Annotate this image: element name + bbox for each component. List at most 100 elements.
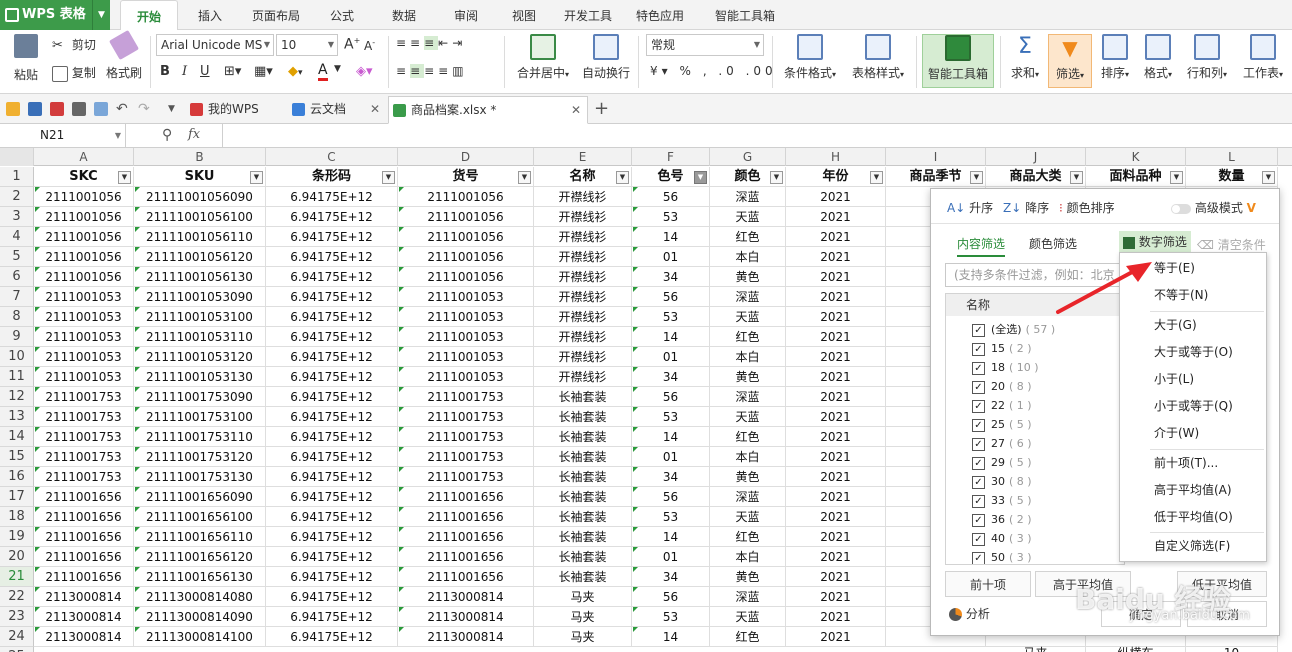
table-cell[interactable]: 6.94175E+12	[266, 327, 398, 347]
table-cell[interactable]: 2111001753	[398, 387, 534, 407]
table-cell[interactable]: 6.94175E+12	[266, 507, 398, 527]
table-cell[interactable]: 6.94175E+12	[266, 227, 398, 247]
table-cell[interactable]: 2113000814	[34, 587, 134, 607]
table-cell[interactable]: 6.94175E+12	[266, 267, 398, 287]
table-cell[interactable]: 2021	[786, 547, 886, 567]
checkbox-checked-icon[interactable]: ✓	[972, 323, 985, 337]
table-cell[interactable]: 长袖套装	[534, 507, 632, 527]
table-cell[interactable]: 开襟线衫	[534, 227, 632, 247]
table-cell[interactable]: 2111001053	[34, 347, 134, 367]
font-color-button[interactable]: A	[318, 62, 328, 81]
table-cell[interactable]: 2021	[786, 447, 886, 467]
column-header-E[interactable]: E	[534, 148, 632, 166]
table-cell[interactable]: 2021	[786, 287, 886, 307]
table-cell[interactable]: 53	[632, 407, 710, 427]
table-cell[interactable]: 21111001053110	[134, 327, 266, 347]
checkbox-checked-icon[interactable]: ✓	[972, 475, 985, 489]
row-header[interactable]: 20	[0, 547, 34, 567]
copy-button[interactable]: 复制	[52, 64, 96, 82]
row-col-button[interactable]: 行和列▾	[1182, 34, 1232, 81]
name-box[interactable]: N21 ▼	[0, 124, 126, 147]
table-cell[interactable]: 2021	[786, 387, 886, 407]
format-button[interactable]: 格式▾	[1138, 34, 1178, 81]
table-cell[interactable]: 21111001053120	[134, 347, 266, 367]
table-cell[interactable]: 2021	[786, 327, 886, 347]
number-filter-menu-item[interactable]: 介于(W)	[1154, 422, 1199, 444]
table-cell[interactable]: 34	[632, 467, 710, 487]
new-tab-plus-icon[interactable]: +	[594, 98, 609, 119]
table-cell[interactable]: 2111001656	[34, 547, 134, 567]
table-cell[interactable]: 2111001753	[398, 467, 534, 487]
table-cell[interactable]: 6.94175E+12	[266, 407, 398, 427]
checkbox-checked-icon[interactable]: ✓	[972, 399, 985, 413]
filter-dropdown-icon[interactable]: ▼	[118, 171, 131, 184]
table-cell[interactable]: 2111001656	[398, 507, 534, 527]
table-cell[interactable]: 2111001056	[398, 207, 534, 227]
table-cell[interactable]: 21111001056090	[134, 187, 266, 207]
table-cell[interactable]: 6.94175E+12	[266, 627, 398, 647]
table-cell[interactable]: 2021	[786, 487, 886, 507]
table-cell[interactable]: 2111001656	[398, 567, 534, 587]
increase-font-button[interactable]: A+	[344, 36, 360, 53]
filter-dropdown-icon[interactable]: ▼	[382, 171, 395, 184]
table-cell[interactable]: 开襟线衫	[534, 347, 632, 367]
table-cell[interactable]: 6.94175E+12	[266, 187, 398, 207]
table-cell[interactable]: 21111001656120	[134, 547, 266, 567]
table-cell[interactable]: 6.94175E+12	[266, 287, 398, 307]
table-cell[interactable]: 6.94175E+12	[266, 607, 398, 627]
table-cell[interactable]: 01	[632, 447, 710, 467]
table-cell[interactable]: 53	[632, 607, 710, 627]
table-cell[interactable]: 2111001056	[34, 227, 134, 247]
magnifier-icon[interactable]: ⚲	[162, 127, 172, 143]
underline-button[interactable]: U	[200, 64, 210, 79]
table-cell[interactable]: 2111001056	[34, 267, 134, 287]
column-header-B[interactable]: B	[134, 148, 266, 166]
row-header[interactable]: 1	[0, 167, 34, 187]
table-cell[interactable]: 2111001753	[34, 447, 134, 467]
filter-list-item[interactable]: ✓ 40 ( 3 )	[972, 529, 1032, 548]
filter-list-item[interactable]: ✓ 50 ( 3 )	[972, 548, 1032, 564]
table-cell[interactable]: 6.94175E+12	[266, 207, 398, 227]
select-all-corner[interactable]	[0, 148, 34, 166]
table-cell[interactable]: 6.94175E+12	[266, 427, 398, 447]
filter-list-item[interactable]: ✓ 36 ( 2 )	[972, 510, 1032, 529]
table-cell[interactable]: 6.94175E+12	[266, 587, 398, 607]
export-pdf-icon[interactable]	[50, 102, 64, 116]
print-icon[interactable]	[72, 102, 86, 116]
table-cell[interactable]: 天蓝	[710, 307, 786, 327]
format-painter-button[interactable]: 格式刷	[104, 29, 144, 81]
table-cell[interactable]: 2111001753	[398, 447, 534, 467]
column-header-J[interactable]: J	[986, 148, 1086, 166]
table-cell[interactable]: 6.94175E+12	[266, 547, 398, 567]
save-icon[interactable]	[28, 102, 42, 116]
table-cell[interactable]: 53	[632, 307, 710, 327]
table-cell[interactable]: 马夹	[534, 587, 632, 607]
checkbox-checked-icon[interactable]: ✓	[972, 361, 985, 375]
sort-ascending-button[interactable]: A↓ 升序	[947, 199, 993, 216]
header-cell[interactable]: 条形码	[266, 167, 398, 187]
table-cell[interactable]: 53	[632, 507, 710, 527]
table-cell[interactable]: 开襟线衫	[534, 207, 632, 227]
table-cell[interactable]: 2021	[786, 207, 886, 227]
table-cell[interactable]: 21111001056120	[134, 247, 266, 267]
table-cell[interactable]: 本白	[710, 247, 786, 267]
table-cell[interactable]: 2111001053	[398, 367, 534, 387]
column-header-I[interactable]: I	[886, 148, 986, 166]
table-cell[interactable]: 2111001056	[34, 247, 134, 267]
row-header[interactable]: 17	[0, 487, 34, 507]
table-cell[interactable]: 长袖套装	[534, 427, 632, 447]
table-cell[interactable]: 2111001053	[398, 327, 534, 347]
filter-list-item[interactable]: ✓ 29 ( 5 )	[972, 453, 1032, 472]
checkbox-checked-icon[interactable]: ✓	[972, 437, 985, 451]
table-cell[interactable]: 黄色	[710, 567, 786, 587]
table-cell[interactable]: 红色	[710, 327, 786, 347]
table-cell[interactable]: 天蓝	[710, 207, 786, 227]
table-cell[interactable]: 21113000814090	[134, 607, 266, 627]
table-cell[interactable]: 本白	[710, 347, 786, 367]
row-header[interactable]: 7	[0, 287, 34, 307]
bold-button[interactable]: B	[160, 64, 170, 79]
italic-button[interactable]: I	[182, 64, 187, 79]
row-header[interactable]: 5	[0, 247, 34, 267]
table-cell[interactable]: 2111001053	[34, 367, 134, 387]
menu-tab-4[interactable]: 数据	[380, 0, 428, 30]
